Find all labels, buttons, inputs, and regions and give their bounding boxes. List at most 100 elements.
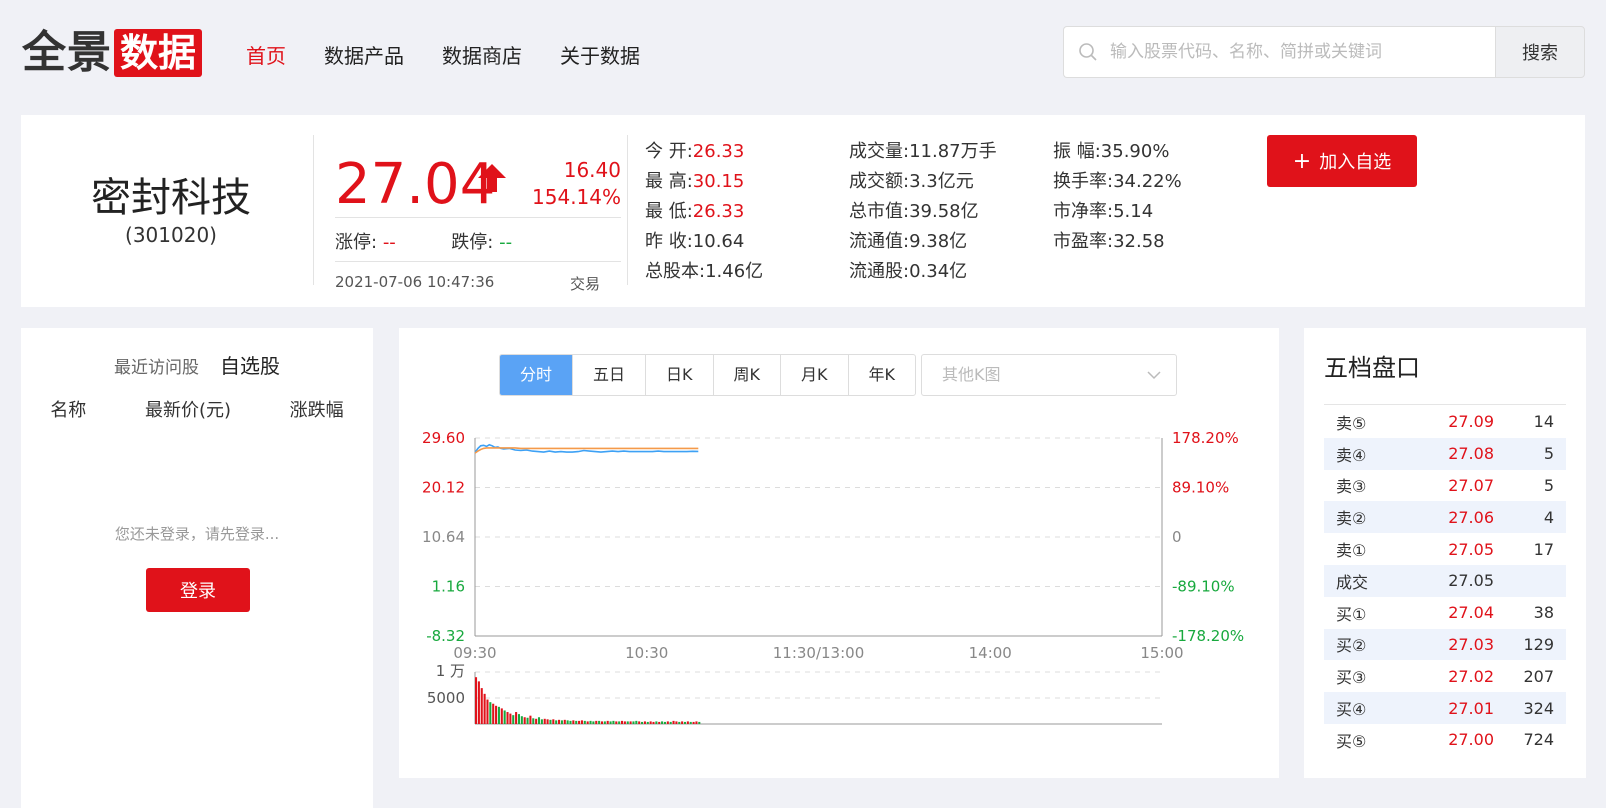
y-tick-right: 89.10% xyxy=(1172,479,1229,497)
stat-turnover-rate: 换手率:34.22% xyxy=(1053,167,1182,193)
stat-open: 今 开:26.33 xyxy=(645,137,744,163)
stat-label: 最 低: xyxy=(645,201,693,222)
order-label: 买① xyxy=(1336,604,1367,624)
tab-recent[interactable]: 最近访问股 xyxy=(114,358,199,378)
order-volume: 724 xyxy=(1523,730,1554,750)
volume-bar xyxy=(698,721,701,724)
stat-label: 今 开: xyxy=(645,141,693,162)
stat-amplitude: 振 幅:35.90% xyxy=(1053,137,1169,163)
volume-bar xyxy=(477,681,480,724)
divider xyxy=(335,261,621,262)
volume-bar xyxy=(603,721,606,724)
nav-data-products[interactable]: 数据产品 xyxy=(324,40,404,69)
stock-code: (301020) xyxy=(125,223,217,247)
stat-pe: 市盈率:32.58 xyxy=(1053,227,1165,253)
x-tick: 15:00 xyxy=(1140,644,1183,662)
order-price: 27.07 xyxy=(1448,475,1494,495)
stat-high: 最 高:30.15 xyxy=(645,167,744,193)
chevron-down-icon xyxy=(1147,371,1161,380)
volume-bar xyxy=(646,721,649,724)
x-tick: 14:00 xyxy=(969,644,1012,662)
stat-pb: 市净率:5.14 xyxy=(1053,197,1153,223)
login-button[interactable]: 登录 xyxy=(146,568,250,612)
change-amount: 16.40 xyxy=(563,158,621,182)
order-price: 27.04 xyxy=(1448,603,1494,623)
tab-daily-k[interactable]: 日K xyxy=(645,355,713,395)
divider xyxy=(313,135,314,285)
order-price: 27.02 xyxy=(1448,666,1494,686)
volume-bar xyxy=(618,721,621,724)
order-book-row: 买③ 27.02 207 xyxy=(1324,660,1566,692)
volume-bar xyxy=(658,721,661,724)
volume-bar xyxy=(629,721,632,724)
tab-yearly-k[interactable]: 年K xyxy=(847,355,916,395)
volume-bar xyxy=(552,719,555,724)
volume-bar xyxy=(555,720,558,724)
y-tick-left: 29.60 xyxy=(422,429,465,447)
tab-monthly-k[interactable]: 月K xyxy=(780,355,848,395)
limit-up-label: 涨停: xyxy=(335,232,378,253)
chart-tabs: 分时 五日 日K 周K 月K 年K xyxy=(499,354,917,396)
volume-bar xyxy=(520,716,523,724)
volume-bar xyxy=(643,721,646,724)
stat-label: 总市值: xyxy=(849,201,910,222)
stat-low: 最 低:26.33 xyxy=(645,197,744,223)
stock-name: 密封科技 xyxy=(91,175,251,221)
chart-panel: 分时 五日 日K 周K 月K 年K 其他K图 29.60 20.12 10.64 1.… xyxy=(399,328,1279,778)
y-tick-right: 178.20% xyxy=(1172,429,1239,447)
search-input[interactable] xyxy=(1108,41,1495,63)
volume-bar xyxy=(558,719,561,724)
volume-bar xyxy=(506,712,509,724)
other-k-select[interactable]: 其他K图 xyxy=(921,354,1177,396)
volume-bar xyxy=(632,721,635,724)
volume-bar xyxy=(649,721,652,724)
volume-bar xyxy=(569,720,572,724)
order-book-row: 卖① 27.05 17 xyxy=(1324,533,1566,565)
volume-bar xyxy=(689,721,692,724)
site-logo[interactable]: 全景 数据 xyxy=(22,28,203,78)
volume-bar xyxy=(669,721,672,724)
volume-bar xyxy=(523,717,526,724)
stat-value: 5.14 xyxy=(1113,201,1154,222)
watchlist-panel: 最近访问股 自选股 名称 最新价(元) 涨跌幅 您还未登录，请先登录... 登录 xyxy=(21,328,373,808)
nav-home[interactable]: 首页 xyxy=(246,40,286,69)
nav-about[interactable]: 关于数据 xyxy=(560,40,640,69)
volume-bar xyxy=(515,712,518,724)
divider xyxy=(335,217,621,218)
stat-label: 流通值: xyxy=(849,231,910,252)
volume-bar xyxy=(578,720,581,724)
order-volume: 324 xyxy=(1523,698,1554,718)
volume-bar xyxy=(486,699,489,724)
order-price: 27.08 xyxy=(1448,444,1494,464)
order-label: 卖③ xyxy=(1336,477,1367,497)
volume-bar xyxy=(572,720,575,724)
nav-data-store[interactable]: 数据商店 xyxy=(442,40,522,69)
y-tick-left: -8.32 xyxy=(426,627,465,645)
order-volume: 5 xyxy=(1543,475,1554,495)
volume-bar xyxy=(483,693,486,724)
arrow-up-icon xyxy=(478,164,506,192)
volume-bar xyxy=(635,720,638,724)
tab-intraday[interactable]: 分时 xyxy=(500,355,573,395)
stat-value: 32.58 xyxy=(1113,231,1165,252)
tab-5day[interactable]: 五日 xyxy=(572,355,645,395)
col-change: 涨跌幅 xyxy=(289,400,344,421)
volume-bar xyxy=(675,721,678,724)
stat-float-cap: 流通值:9.38亿 xyxy=(849,227,967,253)
change-percent: 154.14% xyxy=(532,185,621,209)
order-price: 27.05 xyxy=(1448,539,1494,559)
volume-bar xyxy=(598,720,601,724)
stat-value: 9.38亿 xyxy=(909,231,968,252)
volume-bar xyxy=(480,688,483,724)
add-watchlist-button[interactable]: + 加入自选 xyxy=(1267,135,1417,187)
search-button[interactable]: 搜索 xyxy=(1495,26,1585,78)
stat-turnover-amount: 成交额:3.3亿元 xyxy=(849,167,974,193)
logo-text-right: 数据 xyxy=(114,29,203,77)
y-tick-right: -178.20% xyxy=(1172,627,1244,645)
limit-down-label: 跌停: xyxy=(451,232,494,253)
tab-watchlist[interactable]: 自选股 xyxy=(220,354,280,378)
order-label: 成交 xyxy=(1336,572,1369,592)
plus-icon: + xyxy=(1292,148,1312,174)
tab-weekly-k[interactable]: 周K xyxy=(712,355,781,395)
trade-status: 交易 xyxy=(570,275,601,293)
